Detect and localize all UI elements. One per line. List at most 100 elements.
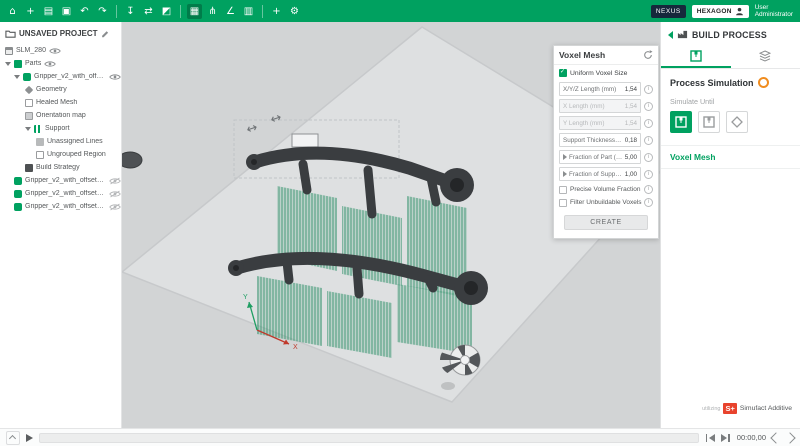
- fraction-of-part-field[interactable]: Fraction of Part (%) 5,00: [559, 150, 641, 164]
- eye-icon[interactable]: [44, 60, 56, 68]
- step-forward-icon[interactable]: [784, 432, 795, 443]
- tree-item-gripper[interactable]: Gripper_v2_with_offsets: [0, 70, 121, 83]
- parts-group-icon: [14, 60, 22, 68]
- eye-icon[interactable]: [109, 73, 121, 81]
- info-icon[interactable]: [644, 85, 653, 94]
- hexagon-logo[interactable]: HEXAGON: [692, 5, 749, 18]
- tree-item-support[interactable]: Support: [0, 122, 121, 135]
- undo-icon[interactable]: ↶: [77, 4, 92, 19]
- precise-volume-fraction-checkbox[interactable]: Precise Volume Fraction: [559, 185, 653, 194]
- filter-unbuildable-voxels-checkbox[interactable]: Filter Unbuildable Voxels: [559, 198, 653, 207]
- expand-caret-icon[interactable]: [563, 154, 567, 160]
- tree-item-unassigned-lines[interactable]: Unassigned Lines: [0, 135, 121, 148]
- save-project-icon[interactable]: ▣: [59, 4, 74, 19]
- checkbox-checked-icon[interactable]: [559, 69, 567, 77]
- checkbox-unchecked-icon[interactable]: [559, 199, 567, 207]
- edit-pencil-icon[interactable]: [101, 29, 110, 38]
- tree-item-orientation-map[interactable]: Orientation map: [0, 109, 121, 122]
- open-project-icon[interactable]: ▤: [41, 4, 56, 19]
- xyz-length-field[interactable]: X/Y/Z Length (mm) 1,54: [559, 82, 641, 96]
- timeline-scrubber[interactable]: [39, 433, 699, 443]
- eye-off-icon[interactable]: [109, 190, 121, 198]
- tree-item-label: Orientation map: [36, 112, 86, 119]
- eye-off-icon[interactable]: [109, 177, 121, 185]
- application-window: ⌂ + ▤ ▣ ↶ ↷ ↧ ⇄ ◩ ▦ ⋔ ∠ ▥ + ⚙ NEXUS HEXA…: [0, 0, 800, 446]
- tree-item-healed-mesh[interactable]: Healed Mesh: [0, 96, 121, 109]
- info-icon[interactable]: [644, 102, 653, 111]
- tree-item-parts[interactable]: Parts: [0, 57, 121, 70]
- tab-layers[interactable]: [731, 45, 800, 68]
- tab-process-simulation[interactable]: [661, 45, 731, 68]
- info-icon[interactable]: [644, 153, 653, 162]
- project-tree: SLM_280 Parts Gripper_v2_with_offsets Ge…: [0, 44, 121, 213]
- field-value: 0,18: [625, 137, 637, 144]
- support-thickness-field[interactable]: Support Thickness (mm) 0,18: [559, 133, 641, 147]
- drag-handle-icon[interactable]: ↔: [245, 120, 260, 138]
- skip-to-end-icon[interactable]: [721, 433, 731, 443]
- panel-collapse-icon[interactable]: [668, 31, 673, 39]
- eye-icon[interactable]: [49, 47, 61, 55]
- new-project-icon[interactable]: +: [23, 4, 38, 19]
- caret-down-icon[interactable]: [14, 75, 20, 79]
- checkbox-unchecked-icon[interactable]: [559, 186, 567, 194]
- timeline-collapse-button[interactable]: [6, 431, 20, 445]
- user-role: Administrator: [755, 11, 793, 18]
- dimension-label-box[interactable]: [292, 134, 318, 147]
- simulate-until-support-removal-button[interactable]: [698, 111, 720, 133]
- skip-to-start-icon[interactable]: [705, 433, 715, 443]
- step-back-icon[interactable]: [770, 432, 781, 443]
- tree-item-label: Gripper_v2_with_offsets-Copy(2): [25, 190, 106, 197]
- caret-down-icon[interactable]: [25, 127, 31, 131]
- tree-item-gripper-copy-2[interactable]: Gripper_v2_with_offsets-Copy(2): [0, 187, 121, 200]
- simulate-until-final-part-button[interactable]: [726, 111, 748, 133]
- voxel-mesh-section[interactable]: Voxel Mesh: [661, 145, 800, 169]
- voxel-panel-header[interactable]: Voxel Mesh: [554, 46, 658, 65]
- settings-icon[interactable]: ⚙: [287, 4, 302, 19]
- info-icon[interactable]: [644, 119, 653, 128]
- build-process-header: BUILD PROCESS: [661, 22, 800, 45]
- warning-badge-icon[interactable]: [758, 77, 769, 88]
- field-row: Support Thickness (mm) 0,18: [559, 133, 653, 147]
- add-tool-icon[interactable]: +: [269, 4, 284, 19]
- tree-item-ungrouped-region[interactable]: Ungrouped Region: [0, 148, 121, 161]
- tree-item-build-strategy[interactable]: Build Strategy: [0, 161, 121, 174]
- info-icon[interactable]: [644, 136, 653, 145]
- toolbar-separator: [262, 5, 263, 18]
- tree-item-label: Healed Mesh: [36, 99, 77, 106]
- checkbox-label: Precise Volume Fraction: [570, 186, 640, 193]
- orientation-tool-icon[interactable]: ◩: [159, 4, 174, 19]
- tree-item-machine[interactable]: SLM_280: [0, 44, 121, 57]
- drag-handle-icon[interactable]: ↔: [269, 110, 284, 128]
- user-info[interactable]: User Administrator: [755, 4, 795, 19]
- fraction-of-support-field[interactable]: Fraction of Support (%) 1,00: [559, 167, 641, 181]
- home-icon[interactable]: ⌂: [5, 4, 20, 19]
- y-length-field: Y Length (mm) 1,54: [559, 116, 641, 130]
- play-button[interactable]: [26, 434, 33, 442]
- caret-down-icon[interactable]: [5, 62, 11, 66]
- field-row: Fraction of Part (%) 5,00: [559, 150, 653, 164]
- info-icon[interactable]: [644, 185, 653, 194]
- arrange-tool-icon[interactable]: ▦: [187, 4, 202, 19]
- tree-item-gripper-copy-3[interactable]: Gripper_v2_with_offsets-Copy(3): [0, 200, 121, 213]
- info-icon[interactable]: [644, 198, 653, 207]
- measure-tool-icon[interactable]: ∠: [223, 4, 238, 19]
- diamond-icon: [731, 116, 743, 128]
- expand-caret-icon[interactable]: [563, 171, 567, 177]
- transform-icon[interactable]: ⇄: [141, 4, 156, 19]
- refresh-icon[interactable]: [643, 50, 653, 60]
- table-view-icon[interactable]: ▥: [241, 4, 256, 19]
- eye-off-icon[interactable]: [109, 203, 121, 211]
- simulate-until-build-button[interactable]: [670, 111, 692, 133]
- info-icon[interactable]: [644, 170, 653, 179]
- import-icon[interactable]: ↧: [123, 4, 138, 19]
- support-tool-icon[interactable]: ⋔: [205, 4, 220, 19]
- tree-item-geometry[interactable]: Geometry: [0, 83, 121, 96]
- uniform-voxel-size-checkbox[interactable]: Uniform Voxel Size: [559, 69, 653, 77]
- create-button[interactable]: CREATE: [564, 215, 648, 230]
- tree-item-gripper-copy-1[interactable]: Gripper_v2_with_offsets-Copy(1): [0, 174, 121, 187]
- redo-icon[interactable]: ↷: [95, 4, 110, 19]
- project-header[interactable]: UNSAVED PROJECT: [0, 22, 121, 44]
- nexus-logo[interactable]: NEXUS: [651, 5, 686, 18]
- viewport-3d[interactable]: ↔ ↔: [122, 22, 660, 428]
- tree-item-label: SLM_280: [16, 47, 46, 54]
